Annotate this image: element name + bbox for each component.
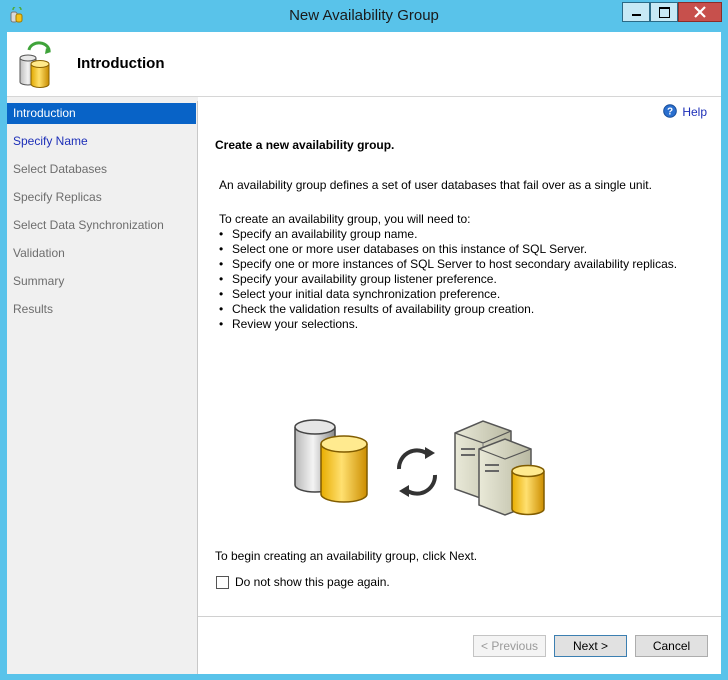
previous-button[interactable]: < Previous <box>473 635 546 657</box>
help-link[interactable]: ? Help <box>663 104 707 119</box>
requirements-intro: To create an availability group, you wil… <box>219 212 471 226</box>
nav-item-results: Results <box>13 302 54 316</box>
list-item: Select one or more user databases on thi… <box>219 242 677 257</box>
nav-item-validation: Validation <box>13 246 65 260</box>
list-item: Specify one or more instances of SQL Ser… <box>219 257 677 272</box>
close-icon <box>694 6 706 18</box>
wizard-window: New Availability Group Introduction Intr… <box>0 0 728 680</box>
availability-group-illustration <box>294 419 545 516</box>
nav-item-summary: Summary <box>13 274 65 288</box>
list-item: Select your initial data synchronization… <box>219 287 677 302</box>
help-icon: ? <box>663 104 678 118</box>
nav-item-select-data-synchronization: Select Data Synchronization <box>13 218 164 232</box>
nav-item-specify-replicas: Specify Replicas <box>13 190 102 204</box>
sync-arrows-icon <box>396 448 438 496</box>
svg-text:?: ? <box>667 107 673 118</box>
wizard-client: Introduction Introduction Specify Name S… <box>7 32 721 674</box>
minimize-button[interactable] <box>622 2 650 22</box>
minimize-icon <box>632 14 641 16</box>
cancel-button[interactable]: Cancel <box>635 635 708 657</box>
close-button[interactable] <box>678 2 722 22</box>
dont-show-again-checkbox[interactable] <box>216 576 229 589</box>
list-item: Check the validation results of availabi… <box>219 302 677 317</box>
page-title: Introduction <box>77 55 165 72</box>
next-button[interactable]: Next > <box>554 635 627 657</box>
nav-item-introduction[interactable]: Introduction <box>7 103 196 124</box>
footer-divider <box>198 616 721 617</box>
window-title: New Availability Group <box>289 7 439 24</box>
list-item: Specify an availability group name. <box>219 227 677 242</box>
list-item: Review your selections. <box>219 317 677 332</box>
nav-item-select-databases: Select Databases <box>13 162 108 176</box>
intro-heading: Create a new availability group. <box>215 138 395 152</box>
help-label[interactable]: Help <box>682 105 707 119</box>
intro-description: An availability group defines a set of u… <box>219 178 652 192</box>
requirements-list: Specify an availability group name. Sele… <box>219 227 677 332</box>
dont-show-again-label[interactable]: Do not show this page again. <box>235 575 390 589</box>
main-panel: ? Help Create a new availability group. … <box>198 97 721 674</box>
wizard-nav: Introduction Specify Name Select Databas… <box>7 101 198 674</box>
begin-instructions: To begin creating an availability group,… <box>215 549 478 563</box>
database-icon <box>294 419 368 503</box>
list-item: Specify your availability group listener… <box>219 272 677 287</box>
server-icon <box>454 420 545 516</box>
nav-item-specify-name[interactable]: Specify Name <box>7 131 196 152</box>
title-bar[interactable]: New Availability Group <box>0 0 728 32</box>
database-refresh-icon <box>19 41 51 88</box>
maximize-icon <box>659 7 670 18</box>
page-header: Introduction <box>7 32 721 97</box>
maximize-button[interactable] <box>650 2 678 22</box>
